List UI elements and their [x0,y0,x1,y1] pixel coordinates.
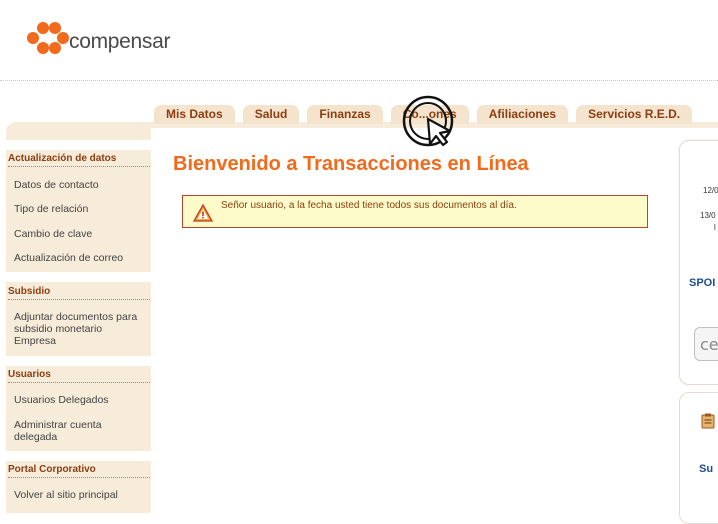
right-date-2: 13/0 [700,211,716,220]
right-panel-bottom [679,392,718,524]
header-divider [0,80,718,81]
sidebar-item-datos-contacto[interactable]: Datos de contacto [14,179,142,191]
sidebar-gap [6,272,151,282]
tab-mis-datos[interactable]: Mis Datos [154,105,235,124]
sidebar-heading-subsidio: Subsidio [8,286,150,300]
sidebar: Actualización de datos Datos de contacto… [6,122,151,513]
sidebar-item-volver-sitio[interactable]: Volver al sitio principal [14,489,142,501]
sidebar-heading-portal: Portal Corporativo [8,464,150,478]
notice-message: Señor usuario, a la fecha usted tiene to… [221,200,517,211]
right-promo-text: cel [700,335,718,354]
right-promo-box[interactable]: cel [694,327,718,361]
tab-afiliaciones[interactable]: Afiliaciones [476,105,569,124]
sidebar-item-cambio-clave[interactable]: Cambio de clave [14,228,142,240]
right-su-heading: Su [699,463,714,475]
logo-dot [27,32,39,44]
warning-icon [193,204,213,222]
tab-finanzas[interactable]: Finanzas [307,105,383,124]
logo-dot [57,32,69,44]
sidebar-item-adjuntar-documentos[interactable]: Adjuntar documentos para subsidio moneta… [14,311,142,347]
logo-dot [37,42,49,54]
compensar-logo[interactable]: compensar [27,22,197,64]
right-spot-heading: SPOI [689,277,716,289]
sidebar-heading-actualizacion: Actualización de datos [8,153,150,167]
sidebar-item-administrar-cuenta[interactable]: Administrar cuenta delegada [14,419,142,443]
logo-dot [49,42,61,54]
logo-dot [37,22,49,34]
status-notice: Señor usuario, a la fecha usted tiene to… [182,195,648,228]
tab-salud[interactable]: Salud [242,105,300,124]
sidebar-item-tipo-relacion[interactable]: Tipo de relación [14,203,142,215]
clipboard-icon [701,413,715,429]
click-cursor-icon [402,95,454,147]
sidebar-heading-usuarios: Usuarios [8,369,150,383]
sidebar-gap [6,356,151,366]
sidebar-item-usuarios-delegados[interactable]: Usuarios Delegados [14,394,142,406]
right-date-2-sub: l [714,223,716,232]
logo-wordmark: compensar [69,30,171,53]
page-title: Bienvenido a Transacciones en Línea [173,153,529,175]
tab-servicios-red[interactable]: Servicios R.E.D. [576,105,693,124]
right-date-1: 12/0 [703,186,718,195]
sidebar-gap [6,451,151,461]
sidebar-item-actualizacion-correo[interactable]: Actualización de correo [14,252,142,264]
sidebar-gap [6,140,151,150]
